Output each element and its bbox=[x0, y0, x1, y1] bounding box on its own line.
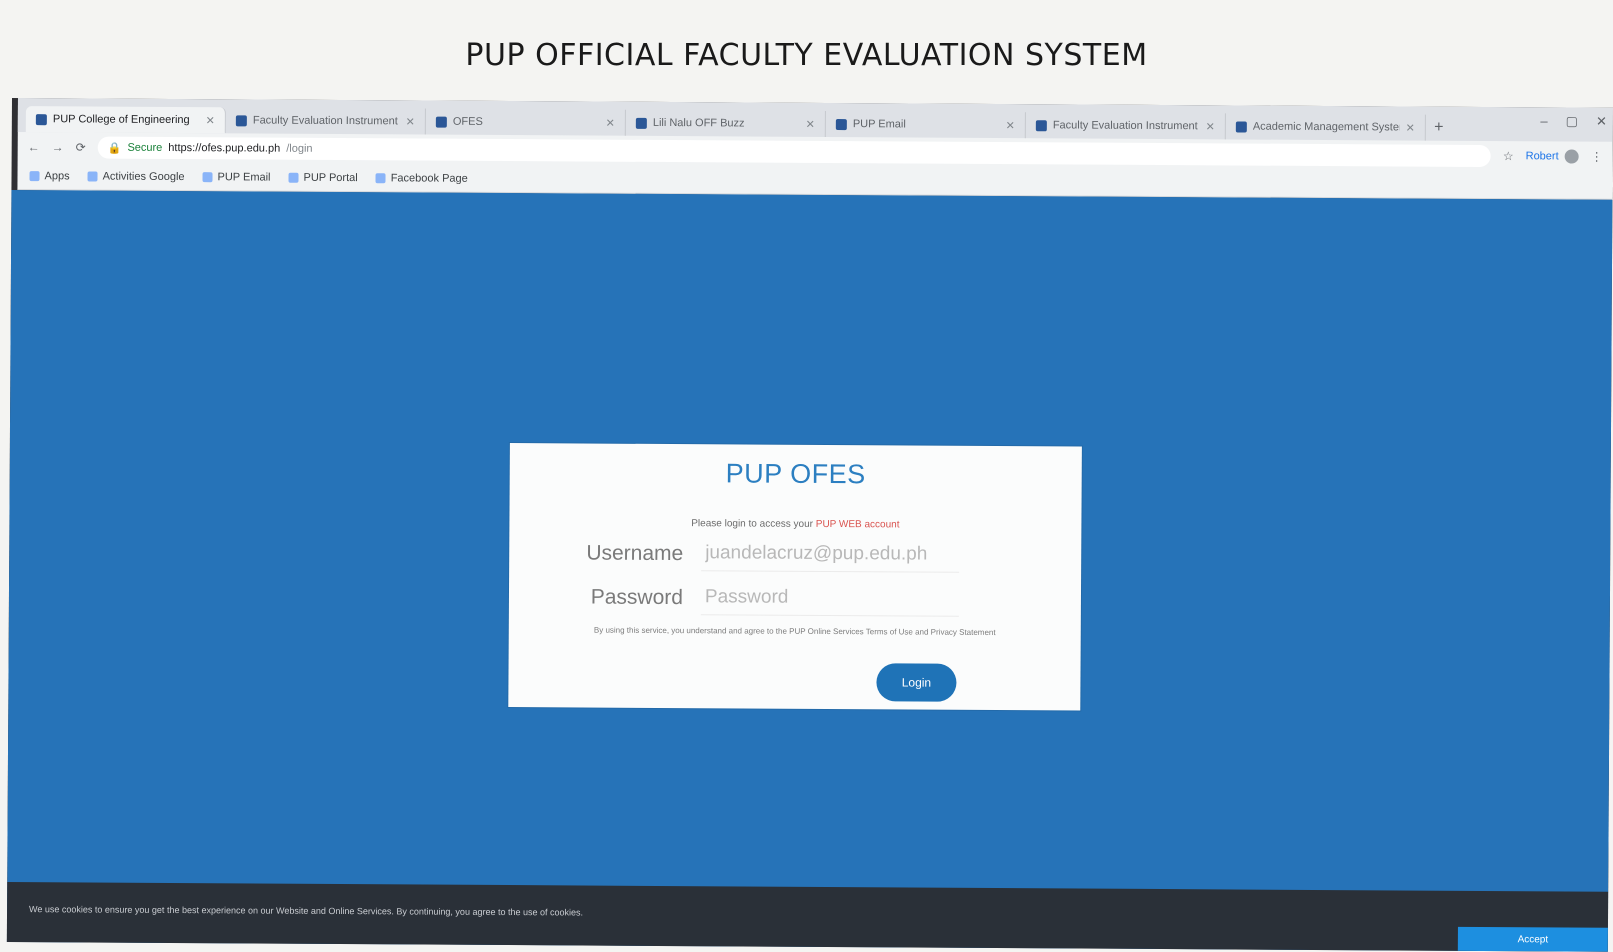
page-viewport: PUP OFES Please login to access your PUP… bbox=[6, 189, 1613, 952]
url-host: https://ofes.pup.edu.ph bbox=[168, 141, 281, 155]
bookmark-item[interactable]: Activities Google bbox=[87, 170, 185, 183]
tab-title: OFES bbox=[452, 115, 483, 128]
login-card: PUP OFES Please login to access your PUP… bbox=[508, 443, 1082, 711]
close-icon[interactable]: ✕ bbox=[606, 116, 615, 129]
close-icon[interactable]: ✕ bbox=[806, 117, 815, 130]
login-button[interactable]: Login bbox=[876, 663, 957, 702]
password-input[interactable] bbox=[700, 580, 960, 617]
login-hint-link[interactable]: PUP WEB account bbox=[816, 519, 900, 531]
tab-title: PUP College of Engineering bbox=[52, 113, 190, 127]
address-bar[interactable]: 🔒 Secure https://ofes.pup.edu.ph/login bbox=[97, 136, 1491, 168]
close-icon[interactable]: ✕ bbox=[1406, 121, 1415, 134]
browser-tab[interactable]: Lili Nalu OFF Buzz ✕ bbox=[625, 109, 826, 137]
apps-icon bbox=[29, 170, 40, 181]
bookmark-icon bbox=[87, 170, 98, 182]
login-hint-text: Please login to access your bbox=[691, 518, 816, 530]
minimize-icon[interactable]: – bbox=[1540, 113, 1547, 129]
tab-title: Academic Management System bbox=[1252, 120, 1400, 134]
new-tab-button[interactable]: + bbox=[1426, 115, 1452, 141]
url-path: /login bbox=[286, 142, 313, 155]
cookie-banner: We use cookies to ensure you get the bes… bbox=[6, 881, 1609, 952]
secure-label: Secure bbox=[127, 141, 163, 154]
bookmark-item[interactable]: PUP Portal bbox=[288, 171, 358, 184]
lock-icon: 🔒 bbox=[107, 142, 122, 155]
profile-name: Robert bbox=[1525, 150, 1559, 163]
login-title: PUP OFES bbox=[725, 458, 866, 490]
favicon-icon bbox=[635, 117, 647, 129]
bookmark-icon bbox=[375, 172, 386, 183]
favicon-icon bbox=[435, 116, 447, 128]
bookmark-star-icon[interactable]: ☆ bbox=[1503, 149, 1514, 163]
username-label: Username bbox=[586, 541, 684, 565]
bookmark-label: Facebook Page bbox=[390, 171, 468, 185]
page-title: PUP OFFICIAL FACULTY EVALUATION SYSTEM bbox=[465, 38, 1148, 73]
username-row: Username bbox=[579, 535, 960, 573]
browser-tab[interactable]: Faculty Evaluation Instrument ✕ bbox=[1025, 112, 1226, 140]
browser-chrome: PUP College of Engineering ✕ Faculty Eva… bbox=[17, 98, 1613, 200]
favicon-icon bbox=[235, 114, 247, 126]
terms-notice: By using this service, you understand an… bbox=[593, 625, 996, 638]
bookmark-icon bbox=[202, 171, 213, 182]
bookmark-item[interactable]: Facebook Page bbox=[375, 171, 468, 185]
favicon-icon bbox=[1235, 120, 1247, 133]
password-row: Password bbox=[579, 579, 960, 617]
reload-icon[interactable]: ⟳ bbox=[76, 140, 86, 154]
bookmark-label: PUP Email bbox=[217, 170, 271, 184]
close-icon[interactable]: ✕ bbox=[206, 114, 215, 127]
close-icon[interactable]: ✕ bbox=[1006, 119, 1015, 132]
cookie-accept-button[interactable]: Accept bbox=[1457, 926, 1608, 952]
username-input[interactable] bbox=[701, 536, 960, 573]
back-icon[interactable]: ← bbox=[28, 140, 40, 154]
menu-icon[interactable]: ⋮ bbox=[1591, 150, 1603, 164]
tab-title: Lili Nalu OFF Buzz bbox=[652, 116, 745, 130]
close-window-icon[interactable]: ✕ bbox=[1596, 114, 1607, 130]
browser-tab[interactable]: OFES ✕ bbox=[425, 108, 626, 136]
maximize-icon[interactable]: ▢ bbox=[1566, 113, 1578, 129]
login-hint: Please login to access your PUP WEB acco… bbox=[509, 517, 1081, 531]
favicon-icon bbox=[835, 118, 847, 130]
bookmark-label: Apps bbox=[44, 169, 70, 182]
browser-tab[interactable]: Faculty Evaluation Instrument ✕ bbox=[225, 107, 426, 135]
tab-title: PUP Email bbox=[852, 118, 906, 131]
bookmark-item[interactable]: PUP Email bbox=[202, 170, 271, 184]
bookmark-label: PUP Portal bbox=[303, 171, 358, 184]
bookmark-label: Activities Google bbox=[102, 170, 185, 183]
avatar bbox=[1564, 149, 1579, 164]
browser-tab[interactable]: Academic Management System ✕ bbox=[1225, 113, 1426, 141]
browser-tab[interactable]: PUP College of Engineering ✕ bbox=[25, 106, 226, 134]
favicon-icon bbox=[1035, 119, 1047, 131]
cookie-text: We use cookies to ensure you get the bes… bbox=[29, 904, 584, 918]
profile-button[interactable]: Robert bbox=[1525, 149, 1579, 164]
password-label: Password bbox=[590, 585, 684, 609]
favicon-icon bbox=[35, 113, 47, 125]
browser-tab[interactable]: PUP Email ✕ bbox=[825, 110, 1026, 139]
bookmark-item[interactable]: Apps bbox=[29, 169, 70, 182]
forward-icon[interactable]: → bbox=[52, 140, 64, 154]
monitor-screen: PUP College of Engineering ✕ Faculty Eva… bbox=[6, 98, 1613, 952]
window-controls: – ▢ ✕ bbox=[1540, 113, 1607, 129]
tab-title: Faculty Evaluation Instrument bbox=[252, 114, 398, 128]
close-icon[interactable]: ✕ bbox=[1206, 120, 1215, 133]
close-icon[interactable]: ✕ bbox=[406, 115, 415, 128]
bookmark-icon bbox=[288, 172, 299, 183]
tab-title: Faculty Evaluation Instrument bbox=[1052, 119, 1198, 133]
